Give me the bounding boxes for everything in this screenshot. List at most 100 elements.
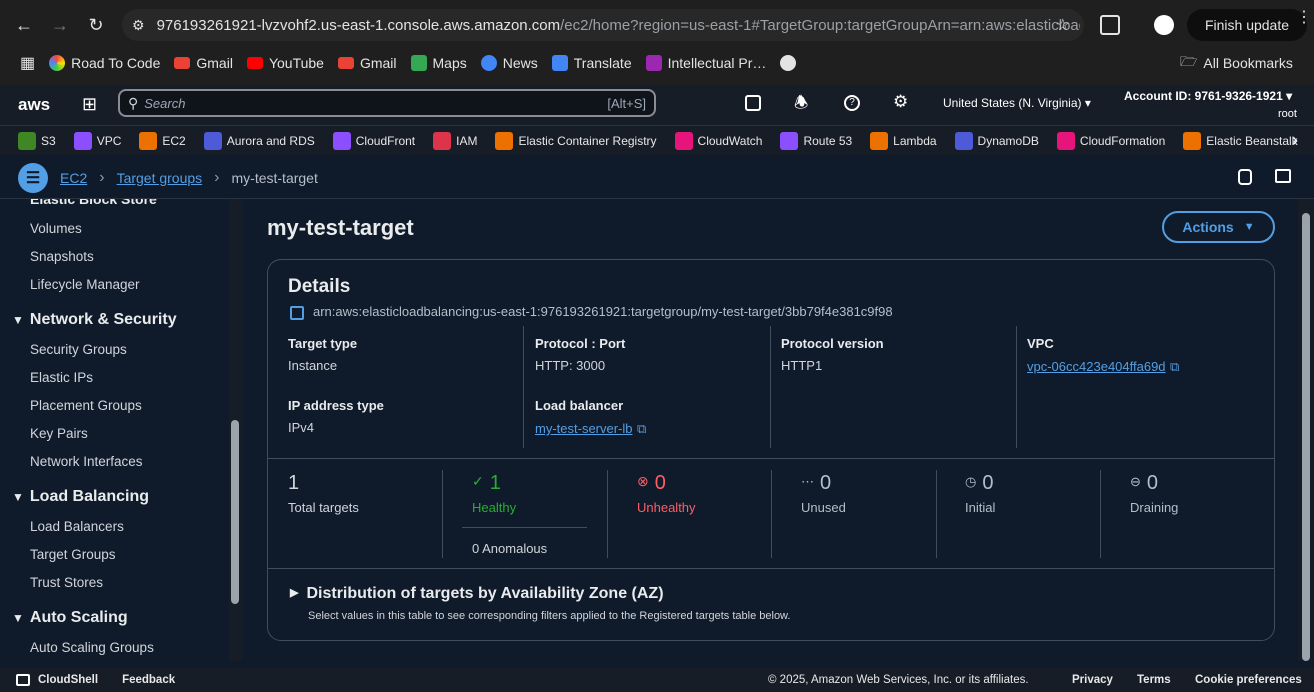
finish-update-button[interactable]: Finish update [1187,9,1307,41]
breadcrumb-target-groups[interactable]: Target groups [117,170,203,186]
actions-button[interactable]: Actions ▼ [1162,211,1275,243]
service-icon [674,131,693,150]
sidebar-item-load-balancers[interactable]: Load Balancers [30,519,124,534]
profile-avatar[interactable] [1154,15,1174,35]
sidebar-item-auto-scaling-groups[interactable]: Auto Scaling Groups [30,640,154,655]
sidebar-item-trust-stores[interactable]: Trust Stores [30,575,103,590]
unused-stat[interactable]: ⋯ 0 [801,472,831,495]
draining-label: Draining [1130,500,1179,515]
breadcrumb-ec2[interactable]: EC2 [60,170,87,186]
sidebar-item-target-groups[interactable]: Target Groups [30,547,116,562]
services-grid-icon[interactable]: ⊞ [82,94,97,115]
anomalous-count: 0 Anomalous [472,541,548,556]
unhealthy-label: Unhealthy [637,500,696,515]
service-shortcut-cloudwatch[interactable]: CloudWatch [674,131,762,150]
unhealthy-stat[interactable]: ⊗ 0 [637,472,666,495]
all-bookmarks[interactable]: 🗁 All Bookmarks [1180,51,1293,75]
settings-icon[interactable]: ⚙ [893,92,908,112]
star-icon[interactable]: ☆ [1056,15,1070,35]
sidebar-item-network-interfaces[interactable]: Network Interfaces [30,454,143,469]
copy-arn-icon[interactable] [290,306,304,320]
cloudshell-icon[interactable] [745,95,761,111]
cloudshell-link[interactable]: CloudShell [38,674,98,686]
cookie-preferences-link[interactable]: Cookie preferences [1195,674,1302,686]
feedback-screen-icon[interactable] [1275,169,1291,183]
apps-icon[interactable]: ▦ [20,53,35,73]
maps-icon [410,54,427,71]
sidebar-item-lifecycle-manager[interactable]: Lifecycle Manager [30,277,140,292]
info-panel-icon[interactable] [1238,169,1252,185]
sidebar-section-ebs[interactable]: Elastic Block Store [30,199,157,207]
total-targets-count: 1 [288,472,300,494]
bell-icon[interactable]: 🕭 [794,92,808,119]
service-icon [495,131,514,150]
feedback-link[interactable]: Feedback [122,674,175,686]
distribution-description: Select values in this table to see corre… [308,610,791,622]
service-shortcut-dynamodb[interactable]: DynamoDB [954,131,1039,150]
address-bar[interactable]: ⚙ 976193261921-lvzvohf2.us-east-1.consol… [122,9,1084,41]
copyright: © 2025, Amazon Web Services, Inc. or its… [768,674,1029,686]
bookmark-globe[interactable] [780,54,802,71]
bookmark-translate[interactable]: Translate [551,54,632,71]
service-shortcut-elastic-container-registry[interactable]: Elastic Container Registry [495,131,657,150]
bookmark-gmail[interactable]: Gmail [174,55,233,71]
service-shortcut-ec2[interactable]: EC2 [139,131,186,150]
sidebar-item-elastic-ips[interactable]: Elastic IPs [30,370,93,385]
sidebar-item-snapshots[interactable]: Snapshots [30,249,94,264]
sidebar-section-auto-scaling[interactable]: ▼ Auto Scaling [12,609,128,627]
account-menu[interactable]: Account ID: 9761-9326-1921 ▾ [1124,89,1292,103]
service-icon [1056,131,1075,150]
chrome-menu-icon[interactable]: ⋮ [1296,10,1312,26]
draining-stat[interactable]: ⊖ 0 [1130,472,1158,495]
service-shortcut-iam[interactable]: IAM [433,131,477,150]
distribution-expander[interactable]: ▶ Distribution of targets by Availability… [290,585,664,603]
sidebar-scrollbar[interactable] [229,199,242,661]
forward-icon[interactable]: → [44,9,76,41]
service-shortcut-elastic-beanstalk[interactable]: Elastic Beanstalk [1183,131,1298,150]
region-selector[interactable]: United States (N. Virginia) ▾ [943,96,1091,110]
back-icon[interactable]: ← [8,9,40,41]
bookmark-intellectual[interactable]: Intellectual Pr… [645,54,766,71]
aws-logo[interactable]: aws [18,95,50,115]
main-scrollbar[interactable] [1298,199,1314,661]
vpc-link[interactable]: vpc-06cc423e404ffa69d ⧉ [1027,358,1179,376]
bookmark-maps[interactable]: Maps [410,54,467,71]
sidebar-section-load-balancing[interactable]: ▼ Load Balancing [12,488,149,506]
initial-stat[interactable]: ◷ 0 [965,472,993,495]
sidebar-section-network[interactable]: ▼ Network & Security [12,311,177,329]
site-info-icon[interactable]: ⚙ [132,17,145,34]
service-shortcut-route-53[interactable]: Route 53 [780,131,852,150]
bookmark-youtube[interactable]: YouTube [246,55,324,71]
sidebar: Elastic Block Store Volumes Snapshots Li… [0,199,242,661]
service-shortcut-lambda[interactable]: Lambda [870,131,937,150]
sidebar-item-placement-groups[interactable]: Placement Groups [30,398,142,413]
details-card: Details arn:aws:elasticloadbalancing:us-… [267,259,1275,641]
reload-icon[interactable]: ↻ [80,9,112,41]
bookmark-gmail-2[interactable]: Gmail [337,55,397,71]
sidebar-item-security-groups[interactable]: Security Groups [30,342,127,357]
bookmark-news[interactable]: News [480,54,538,71]
service-icon [203,131,222,150]
service-shortcut-cloudfront[interactable]: CloudFront [332,131,415,150]
terms-link[interactable]: Terms [1137,674,1171,686]
sidebar-item-key-pairs[interactable]: Key Pairs [30,426,88,441]
extensions-icon[interactable] [1100,15,1120,35]
service-shortcut-cloudformation[interactable]: CloudFormation [1056,131,1165,150]
healthy-stat[interactable]: ✓ 1 [472,472,501,495]
target-type-label: Target type [288,336,358,351]
search-input[interactable]: ⚲ Search [Alt+S] [118,89,656,117]
service-shortcut-s3[interactable]: S3 [18,131,56,150]
bookmark-road-to-code[interactable]: Road To Code [49,54,160,71]
cloudshell-footer-icon [16,674,30,686]
menu-toggle-button[interactable]: ☰ [18,162,48,193]
ip-type-label: IP address type [288,398,384,413]
service-icon [73,131,92,150]
service-shortcut-vpc[interactable]: VPC [73,131,121,150]
sidebar-item-volumes[interactable]: Volumes [30,221,82,236]
load-balancer-link[interactable]: my-test-server-lb ⧉ [535,420,646,438]
chevron-right-icon[interactable]: › [1292,130,1298,151]
protocol-value: HTTP: 3000 [535,358,606,373]
help-icon[interactable]: ? [844,95,860,111]
service-shortcut-aurora-and-rds[interactable]: Aurora and RDS [203,131,315,150]
privacy-link[interactable]: Privacy [1072,674,1113,686]
